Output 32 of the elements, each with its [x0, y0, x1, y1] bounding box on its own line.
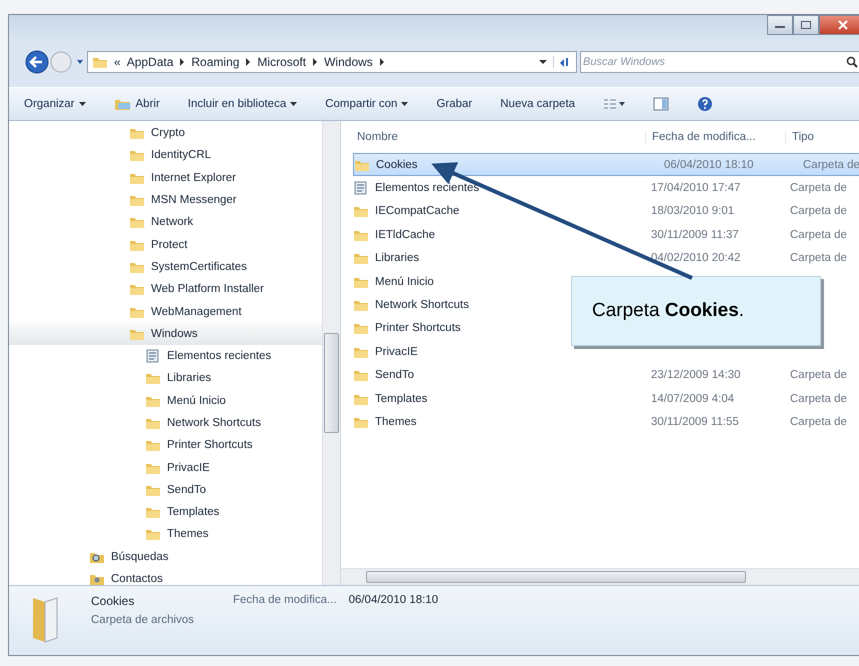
type-cell-text: Carpeta de — [789, 416, 848, 428]
date-cell-text: 30/11/2009 11:55 — [650, 416, 740, 428]
date-label: Fecha de modifica... — [233, 594, 337, 606]
file-name: PrivacIE — [375, 346, 418, 358]
type-cell-text: Carpeta de — [789, 205, 848, 218]
file-name: Libraries — [375, 252, 420, 264]
date-cell-text: 14/07/2009 4:04 — [650, 392, 736, 405]
file-name: Themes — [375, 416, 417, 428]
date-cell-text: 17/04/2010 17:47 — [650, 182, 742, 194]
file-name: Templates — [375, 392, 428, 405]
item-name: Cookies — [91, 594, 136, 608]
date-cell-text: 04/02/2010 20:42 — [650, 252, 742, 264]
file-name: Network Shortcuts — [375, 299, 469, 312]
file-name: Printer Shortcuts — [375, 322, 461, 334]
file-name: Elementos recientes — [375, 182, 480, 194]
file-name: IECompatCache — [375, 205, 460, 218]
date-cell-text: 18/03/2010 9:01 — [650, 205, 736, 218]
date-cell-text: 23/12/2009 14:30 — [650, 369, 742, 382]
type-cell-text: Carpeta de — [789, 182, 848, 194]
file-name: IETldCache — [375, 228, 436, 241]
file-name: Cookies — [376, 158, 418, 171]
date-cell-text: 06/04/2010 18:10 — [663, 158, 755, 171]
date-cell-text: 30/11/2009 11:37 — [650, 228, 740, 241]
callout-tooltip: Carpeta Cookies. — [571, 276, 821, 346]
type-cell-text: Carpeta de — [789, 252, 848, 264]
date-value: 06/04/2010 18:10 — [348, 594, 438, 606]
type-cell-text: Carpeta de — [789, 228, 848, 241]
file-name: SendTo — [375, 369, 414, 382]
file-name: Menú Inicio — [375, 276, 434, 288]
item-type: Carpeta de archivos — [91, 614, 195, 626]
type-cell-text: Carpeta de — [789, 369, 848, 382]
type-cell-text: Carpeta de — [789, 392, 848, 405]
